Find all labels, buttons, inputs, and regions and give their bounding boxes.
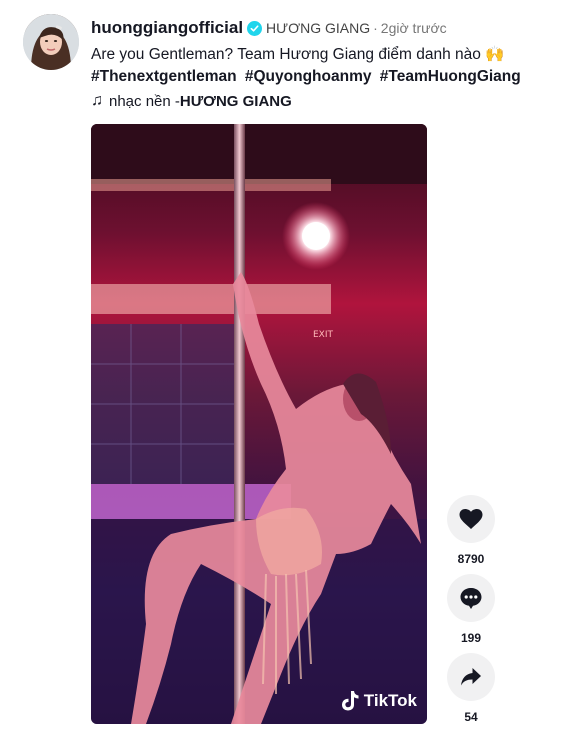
tiktok-logo-icon (341, 691, 359, 711)
music-link[interactable]: ♫ nhạc nền - HƯƠNG GIANG (91, 92, 292, 110)
comment-count: 199 (460, 631, 482, 645)
video-player[interactable]: EXIT TikTok (91, 124, 427, 724)
heart-icon (459, 509, 483, 529)
share-icon (461, 668, 481, 686)
tiktok-watermark: TikTok (340, 690, 417, 712)
like-action: 8790 (446, 495, 496, 566)
separator: · (373, 20, 378, 36)
post-time: 2giờ trước (380, 20, 447, 36)
hashtag-link[interactable]: #Thenextgentleman (91, 68, 237, 85)
comment-button[interactable] (447, 574, 495, 622)
verified-icon (247, 20, 263, 36)
hashtag-link[interactable]: #TeamHuongGiang (380, 68, 521, 85)
music-title: HƯƠNG GIANG (179, 92, 292, 110)
comment-action: 199 (446, 574, 496, 645)
music-prefix: nhạc nền - (109, 92, 180, 110)
svg-text:EXIT: EXIT (313, 330, 334, 340)
like-button[interactable] (447, 495, 495, 543)
comment-icon (460, 588, 482, 609)
caption-text-line: Are you Gentleman? Team Hương Giang điểm… (91, 44, 561, 66)
caption-emoji: 🙌 (485, 46, 505, 63)
share-action: 54 (446, 653, 496, 724)
like-count: 8790 (457, 552, 485, 566)
music-note-icon: ♫ (91, 92, 103, 109)
nickname: HƯƠNG GIANG (266, 20, 371, 36)
hashtag-link[interactable]: #Quyonghoanmy (245, 68, 372, 85)
post-caption: Are you Gentleman? Team Hương Giang điểm… (91, 44, 561, 88)
watermark-text: TikTok (363, 691, 417, 710)
share-button[interactable] (447, 653, 495, 701)
share-count: 54 (464, 710, 478, 724)
caption-text: Are you Gentleman? Team Hương Giang điểm… (91, 46, 481, 63)
avatar[interactable] (23, 14, 79, 70)
author-line: huonggiangofficial HƯƠNG GIANG · 2giờ tr… (91, 17, 561, 39)
hashtag-line: #Thenextgentleman #Quyonghoanmy #TeamHuo… (91, 66, 561, 88)
post-header: huonggiangofficial HƯƠNG GIANG · 2giờ tr… (91, 17, 561, 39)
username[interactable]: huonggiangofficial (91, 18, 243, 38)
